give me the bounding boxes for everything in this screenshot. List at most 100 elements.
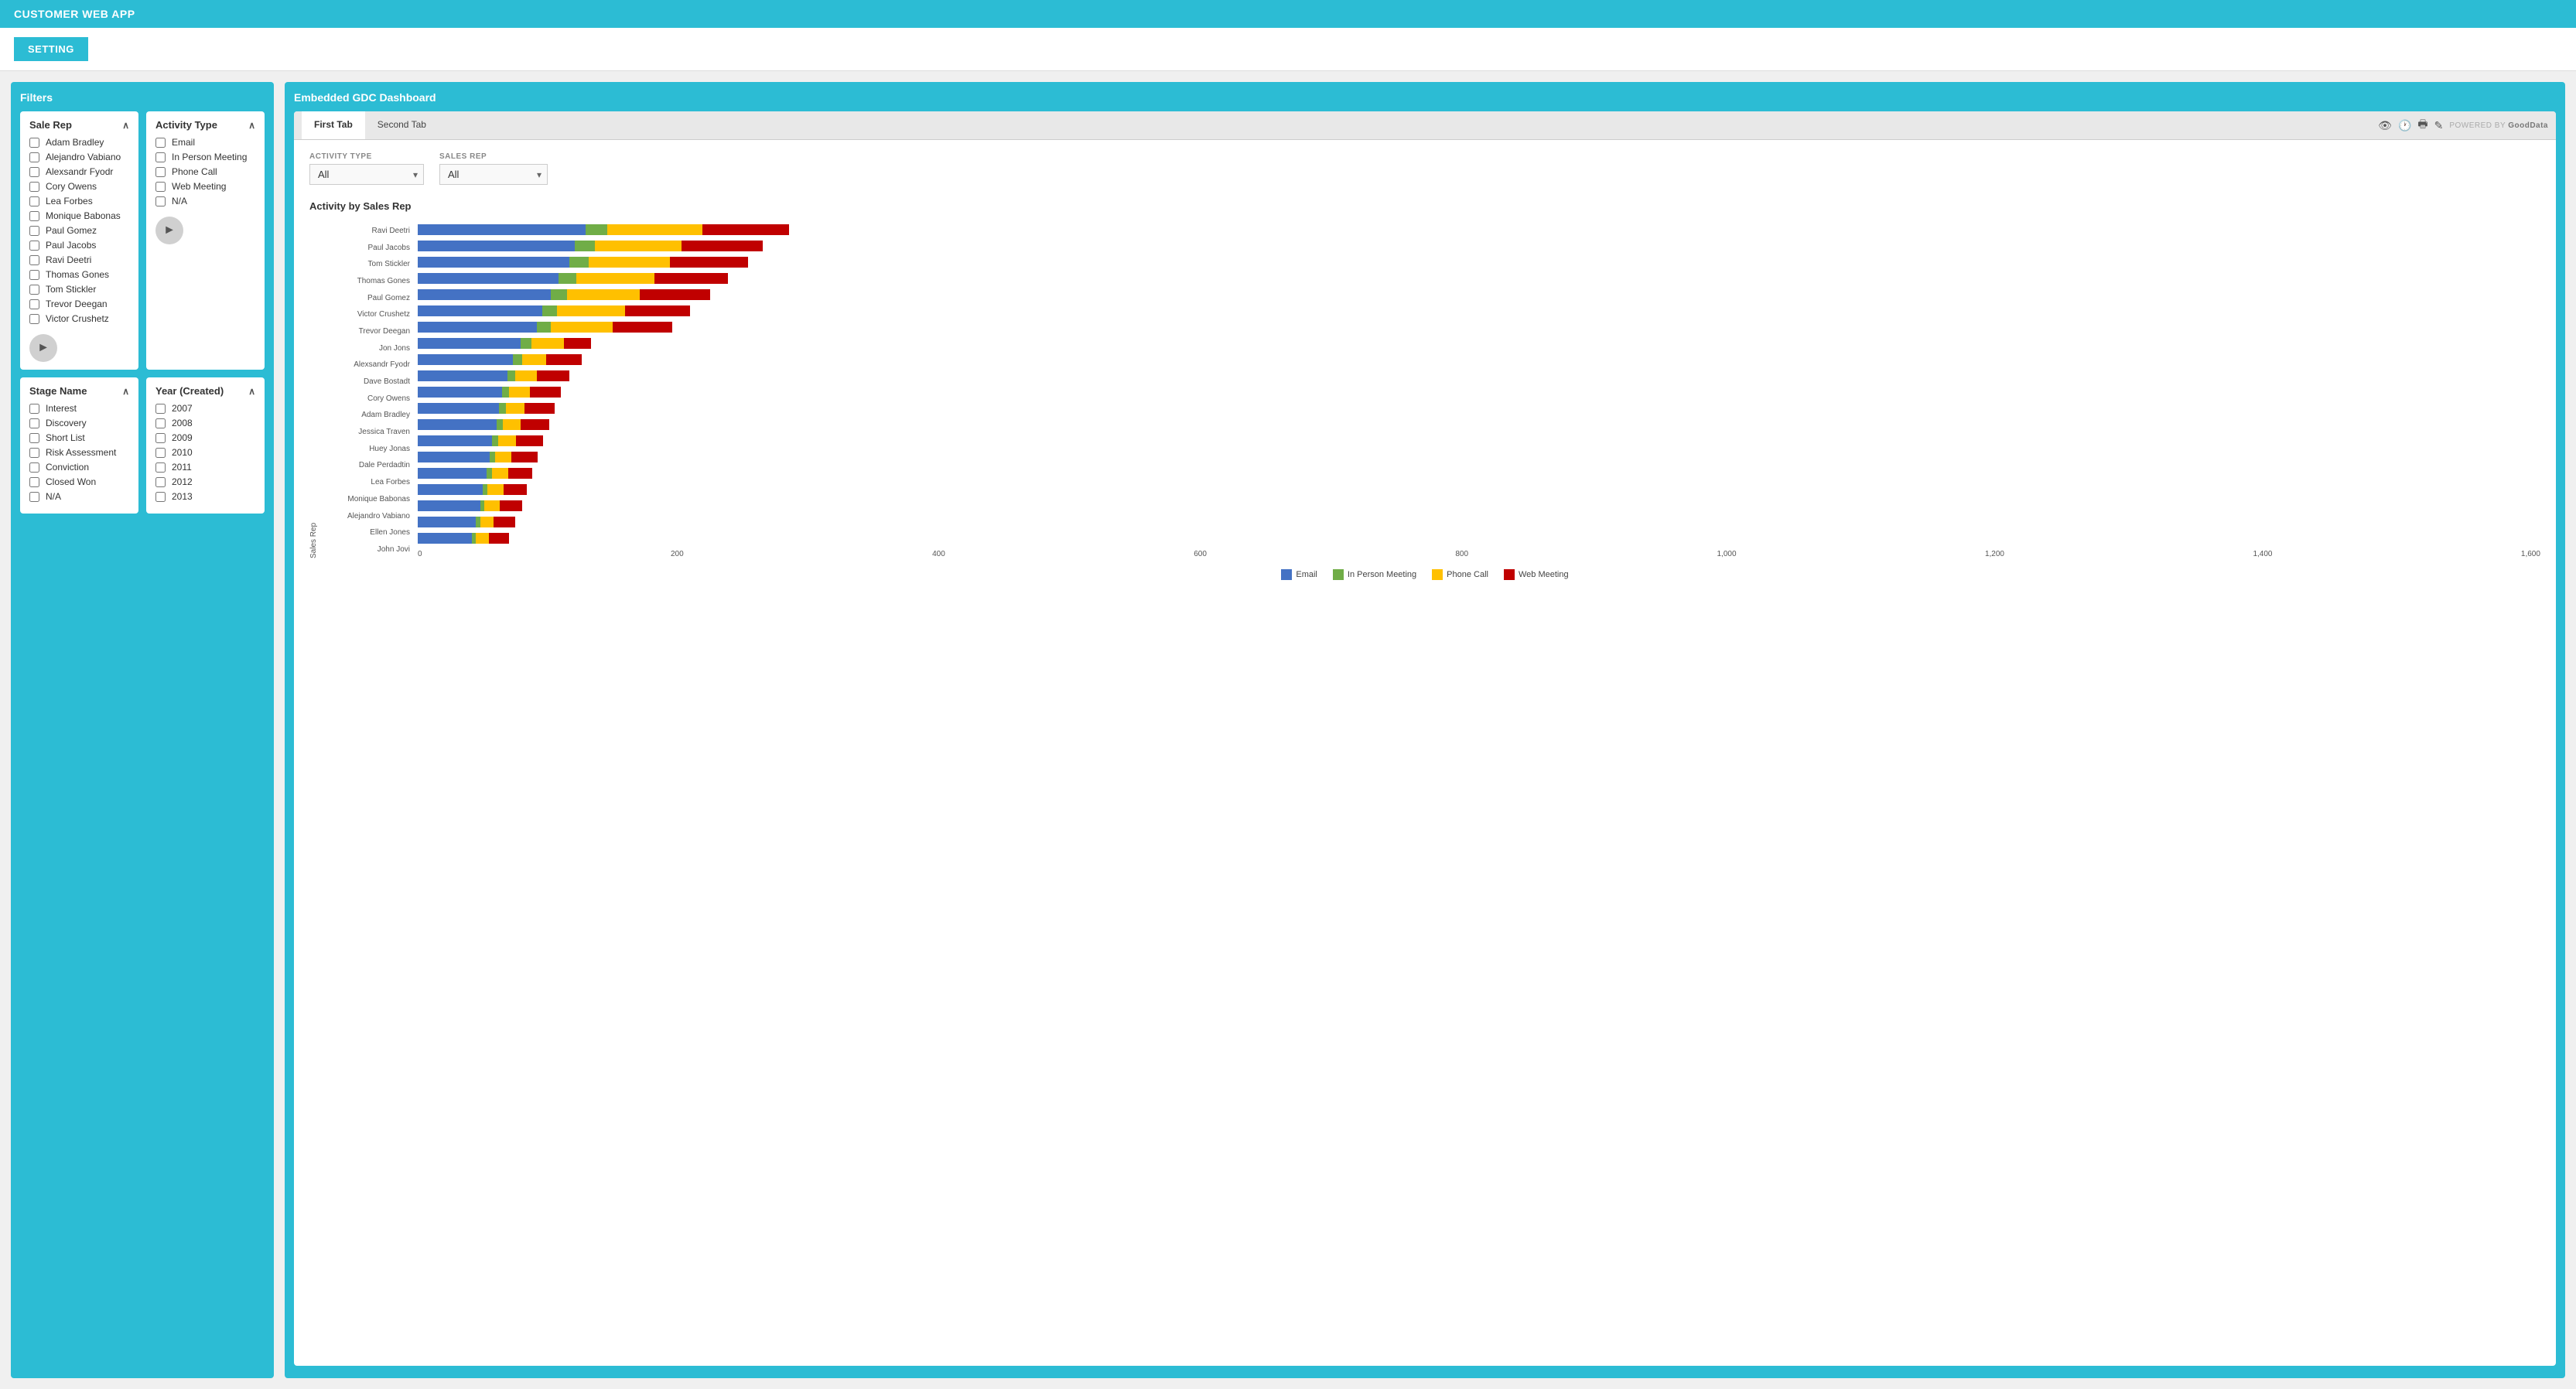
year-created-item[interactable]: 2008: [155, 418, 255, 428]
stage-name-item[interactable]: Interest: [29, 403, 129, 414]
year-created-header: Year (Created) ∧: [155, 385, 255, 397]
sale-rep-item[interactable]: Alexsandr Fyodr: [29, 166, 129, 177]
bar-segment: [625, 305, 690, 316]
activity-type-items: Email In Person Meeting Phone Call Web M…: [155, 137, 255, 206]
activity-type-item[interactable]: Phone Call: [155, 166, 255, 177]
sale-rep-item[interactable]: Alejandro Vabiano: [29, 152, 129, 162]
activity-type-item[interactable]: Web Meeting: [155, 181, 255, 192]
year-created-item[interactable]: 2007: [155, 403, 255, 414]
chart-bar-row: [418, 515, 2540, 529]
year-created-item[interactable]: 2011: [155, 462, 255, 473]
setting-button[interactable]: SETTING: [14, 37, 88, 61]
edit-icon[interactable]: ✎: [2434, 119, 2444, 132]
bar-segment: [507, 370, 516, 381]
bar-segment: [504, 484, 528, 495]
stage-name-chevron[interactable]: ∧: [122, 386, 129, 397]
year-created-item[interactable]: 2013: [155, 491, 255, 502]
year-created-item[interactable]: 2012: [155, 476, 255, 487]
clock-icon[interactable]: 🕐: [2398, 119, 2411, 132]
bar-segment: [418, 273, 559, 284]
sale-rep-item[interactable]: Cory Owens: [29, 181, 129, 192]
stage-name-item[interactable]: Conviction: [29, 462, 129, 473]
legend-label: Web Meeting: [1519, 570, 1569, 579]
filters-panel-title: Filters: [20, 91, 265, 104]
chart-bar-row: [418, 320, 2540, 334]
chart-bar-row: [418, 401, 2540, 415]
sale-rep-item[interactable]: Monique Babonas: [29, 210, 129, 221]
year-created-label: Year (Created): [155, 385, 224, 397]
sale-rep-header: Sale Rep ∧: [29, 119, 129, 131]
year-created-item[interactable]: 2010: [155, 447, 255, 458]
y-label: Huey Jonas: [329, 443, 410, 456]
bar-segment: [418, 224, 586, 235]
sale-rep-item[interactable]: Paul Gomez: [29, 225, 129, 236]
chart-bar-row: [418, 418, 2540, 432]
bar-segment: [524, 403, 555, 414]
eye-icon[interactable]: 👁: [2378, 119, 2392, 132]
sale-rep-item[interactable]: Victor Crushetz: [29, 313, 129, 324]
tab-first-tab[interactable]: First Tab: [302, 111, 365, 139]
activity-type-control: ACTIVITY TYPE All Email In Person Meetin…: [309, 152, 424, 185]
sale-rep-item[interactable]: Adam Bradley: [29, 137, 129, 148]
activity-type-item[interactable]: N/A: [155, 196, 255, 206]
activity-type-label: Activity Type: [155, 119, 217, 131]
top-bar: SETTING: [0, 28, 2576, 71]
bar-segment: [513, 354, 522, 365]
legend-color: [1281, 569, 1292, 580]
bar-segment: [495, 452, 512, 462]
chart-bar-row: [418, 223, 2540, 237]
stage-name-item[interactable]: N/A: [29, 491, 129, 502]
chart-bar-row: [418, 483, 2540, 497]
bar-segment: [418, 241, 575, 251]
activity-type-apply-btn[interactable]: ►: [155, 217, 183, 244]
sale-rep-apply-btn[interactable]: ►: [29, 334, 57, 362]
stage-name-items: Interest Discovery Short List Risk Asses…: [29, 403, 129, 502]
tab-second-tab[interactable]: Second Tab: [365, 111, 439, 139]
stage-name-box: Stage Name ∧ Interest Discovery Short Li…: [20, 377, 138, 514]
sale-rep-chevron[interactable]: ∧: [122, 120, 129, 131]
sale-rep-item[interactable]: Ravi Deetri: [29, 254, 129, 265]
chart-bar-row: [418, 288, 2540, 302]
y-label: Dale Perdadtin: [329, 459, 410, 472]
chart-bars-area: 02004006008001,0001,2001,4001,600: [418, 223, 2540, 558]
year-created-chevron[interactable]: ∧: [248, 386, 255, 397]
stage-name-item[interactable]: Risk Assessment: [29, 447, 129, 458]
sale-rep-box: Sale Rep ∧ Adam Bradley Alejandro Vabian…: [20, 111, 138, 370]
chart-bar-row: [418, 531, 2540, 545]
bar-segment: [551, 289, 567, 300]
sale-rep-item[interactable]: Lea Forbes: [29, 196, 129, 206]
stage-name-item[interactable]: Discovery: [29, 418, 129, 428]
legend-color: [1432, 569, 1443, 580]
activity-type-select-wrapper: All Email In Person Meeting Phone Call W…: [309, 164, 424, 185]
activity-type-item[interactable]: Email: [155, 137, 255, 148]
bar-segment: [670, 257, 749, 268]
year-created-box: Year (Created) ∧ 2007 2008 2009 2010 201…: [146, 377, 265, 514]
legend-item: Web Meeting: [1504, 569, 1569, 580]
stage-name-label: Stage Name: [29, 385, 87, 397]
stage-name-item[interactable]: Short List: [29, 432, 129, 443]
sale-rep-item[interactable]: Paul Jacobs: [29, 240, 129, 251]
legend-color: [1504, 569, 1515, 580]
x-axis-label: 600: [1194, 550, 1207, 558]
bar-segment: [490, 452, 495, 462]
filter-sections: Sale Rep ∧ Adam Bradley Alejandro Vabian…: [20, 111, 265, 514]
year-created-item[interactable]: 2009: [155, 432, 255, 443]
chart-legend: EmailIn Person MeetingPhone CallWeb Meet…: [309, 569, 2540, 580]
y-label: Thomas Gones: [329, 275, 410, 288]
sale-rep-item[interactable]: Trevor Deegan: [29, 299, 129, 309]
activity-type-chevron[interactable]: ∧: [248, 120, 255, 131]
bar-segment: [489, 533, 509, 544]
activity-type-select[interactable]: All Email In Person Meeting Phone Call W…: [309, 164, 424, 185]
sale-rep-item[interactable]: Thomas Gones: [29, 269, 129, 280]
print-icon[interactable]: 🖶: [2417, 116, 2427, 135]
y-label: Trevor Deegan: [329, 326, 410, 338]
bar-segment: [484, 500, 499, 511]
sale-rep-item[interactable]: Tom Stickler: [29, 284, 129, 295]
sales-rep-control: SALES REP All: [439, 152, 548, 185]
legend-label: Phone Call: [1447, 570, 1488, 579]
sales-rep-select[interactable]: All: [439, 164, 548, 185]
bar-segment: [480, 517, 494, 527]
stage-name-item[interactable]: Closed Won: [29, 476, 129, 487]
activity-type-item[interactable]: In Person Meeting: [155, 152, 255, 162]
bar-segment: [418, 305, 542, 316]
